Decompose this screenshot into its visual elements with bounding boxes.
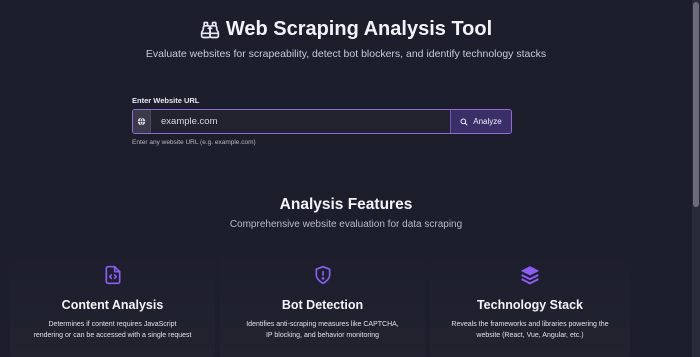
- url-hint-text: Enter any website URL (e.g. example.com): [132, 139, 256, 146]
- page-subtitle: Evaluate websites for scrapeability, det…: [145, 48, 547, 60]
- binoculars-icon: [200, 21, 219, 38]
- analyze-button[interactable]: Analyze: [450, 110, 511, 133]
- page-title: Web Scraping Analysis Tool: [0, 18, 692, 41]
- analyze-button-label: Analyze: [473, 117, 502, 126]
- shield-icon: [315, 265, 330, 285]
- feature-description: Identifies anti-scraping measures like C…: [246, 321, 399, 339]
- feature-title: Technology Stack: [476, 298, 584, 312]
- search-icon: [460, 118, 468, 125]
- feature-title: Content Analysis: [61, 298, 164, 312]
- feature-description: Determines if content requires JavaScrip…: [33, 321, 192, 339]
- feature-description: Reveals the frameworks and libraries pow…: [451, 321, 609, 339]
- code-file-icon: [105, 265, 120, 285]
- url-input[interactable]: [151, 110, 450, 133]
- page: Web Scraping Analysis Tool Evaluate webs…: [0, 0, 700, 357]
- feature-title: Bot Detection: [281, 298, 364, 312]
- vertical-scrollbar[interactable]: [692, 0, 700, 357]
- features-subtitle: Comprehensive website evaluation for dat…: [229, 219, 463, 230]
- url-field-label: Enter Website URL: [132, 96, 200, 105]
- feature-card-bot-detection: Bot Detection Identifies anti-scraping m…: [220, 252, 425, 357]
- feature-card-content-analysis: Content Analysis Determines if content r…: [10, 252, 215, 357]
- features-grid: Content Analysis Determines if content r…: [10, 252, 630, 357]
- features-title: Analysis Features: [279, 196, 413, 213]
- layers-icon: [521, 266, 539, 285]
- globe-icon: [133, 110, 151, 133]
- feature-card-technology-stack: Technology Stack Reveals the frameworks …: [430, 252, 630, 357]
- url-input-group: Analyze: [132, 109, 512, 134]
- page-title-text: Web Scraping Analysis Tool: [225, 18, 493, 40]
- scrollbar-thumb[interactable]: [693, 2, 699, 207]
